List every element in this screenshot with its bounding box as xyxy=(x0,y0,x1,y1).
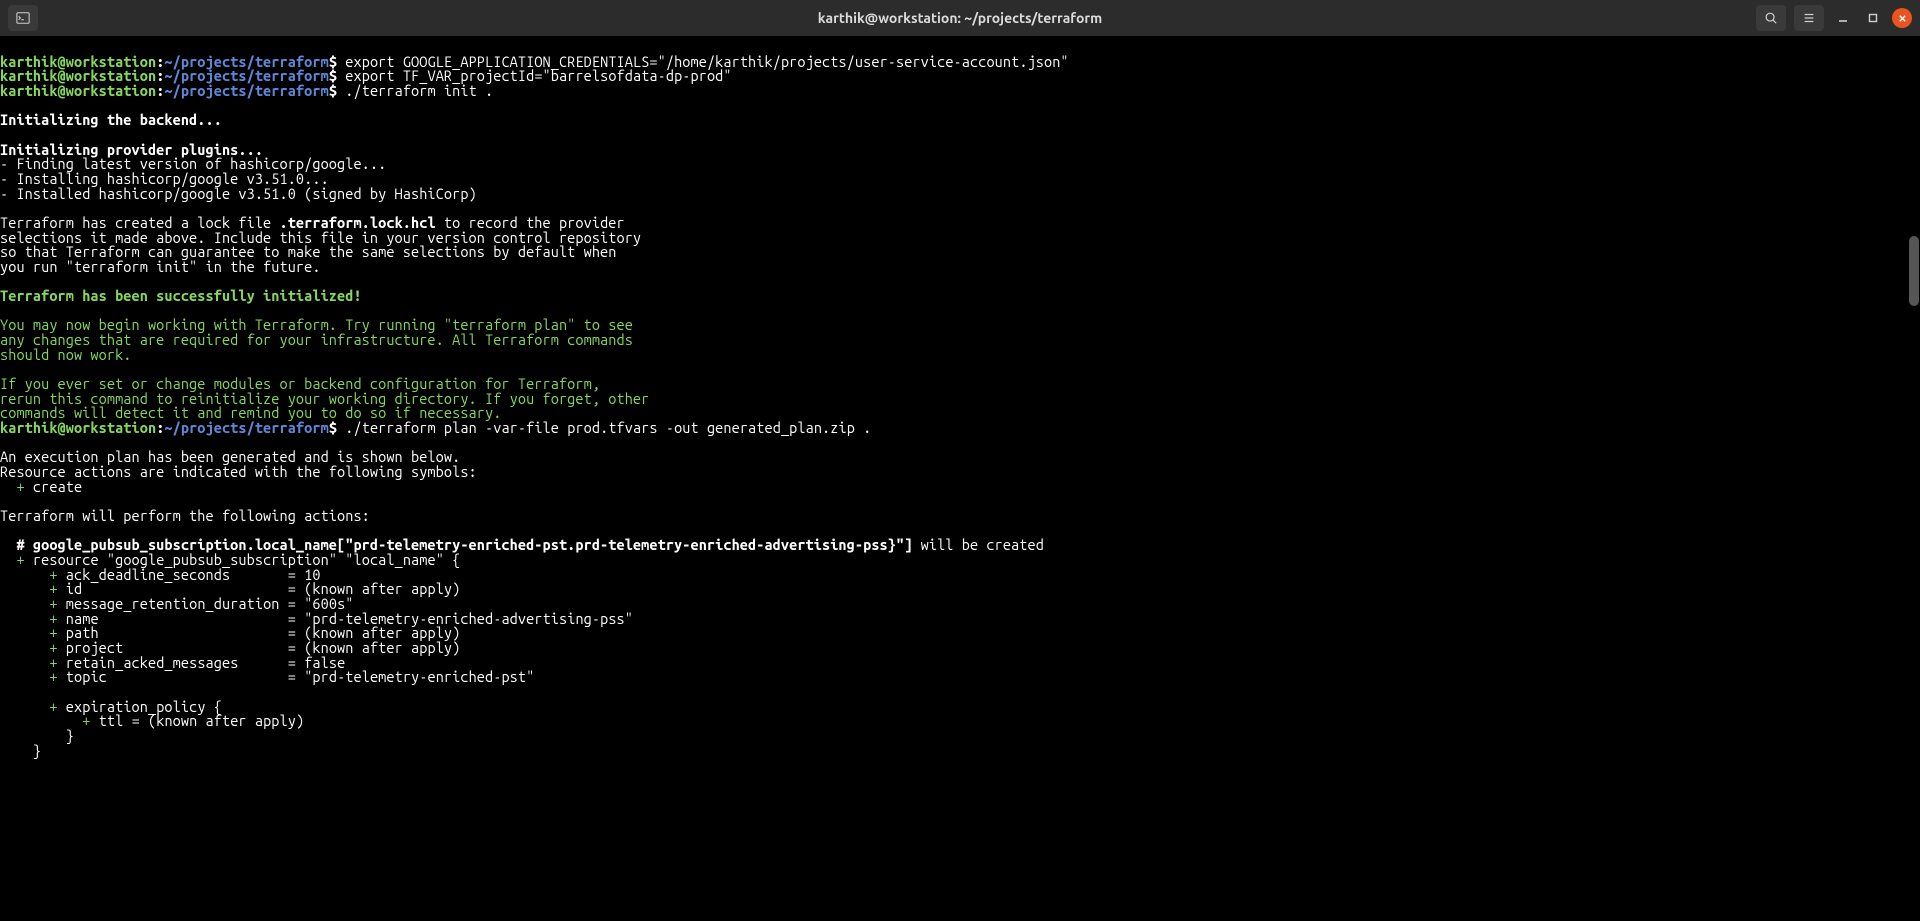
maximize-button[interactable] xyxy=(1862,7,1884,29)
output-line: - Installed hashicorp/google v3.51.0 (si… xyxy=(0,185,477,202)
output-line: } xyxy=(0,742,41,759)
terminal-icon xyxy=(16,11,30,25)
window-title: karthik@workstation: ~/projects/terrafor… xyxy=(818,11,1102,25)
command-line: ./terraform init . xyxy=(337,82,493,99)
output-line: Terraform will perform the following act… xyxy=(0,507,370,524)
scrollbar-thumb[interactable] xyxy=(1909,236,1919,306)
close-icon xyxy=(1898,14,1907,23)
command-line: ./terraform plan -var-file prod.tfvars -… xyxy=(337,419,871,436)
close-button[interactable] xyxy=(1892,8,1912,28)
output-line: you run "terraform init" in the future. xyxy=(0,258,321,275)
terminal-output[interactable]: karthik@workstation:~/projects/terraform… xyxy=(0,36,1920,758)
minimize-button[interactable] xyxy=(1832,7,1854,29)
search-icon xyxy=(1764,11,1778,25)
maximize-icon xyxy=(1868,13,1878,23)
output-line: Initializing the backend... xyxy=(0,111,222,128)
window-titlebar: karthik@workstation: ~/projects/terrafor… xyxy=(0,0,1920,36)
search-button[interactable] xyxy=(1756,5,1786,31)
attr-line: + topic = "prd-telemetry-enriched-pst" xyxy=(0,668,534,685)
menu-button[interactable] xyxy=(1794,5,1824,31)
hamburger-icon xyxy=(1802,11,1816,25)
titlebar-right xyxy=(1756,5,1912,31)
minimize-icon xyxy=(1838,13,1848,23)
scrollbar[interactable] xyxy=(1908,36,1920,921)
titlebar-left xyxy=(8,5,38,31)
success-line: Terraform has been successfully initiali… xyxy=(0,287,362,304)
new-tab-button[interactable] xyxy=(8,5,38,31)
output-line: + create xyxy=(0,478,82,495)
output-line: should now work. xyxy=(0,346,132,363)
